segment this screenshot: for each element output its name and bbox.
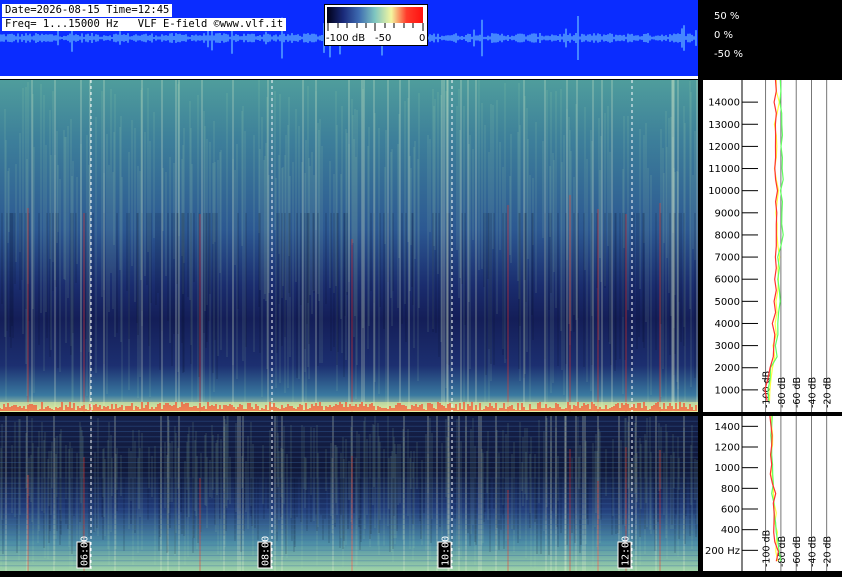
upper-y-tick-label: 10000 [708, 186, 740, 197]
upper-spectrum-db-label: -20 dB [823, 377, 834, 408]
lower-spectrum-db-label: -20 dB [823, 536, 834, 567]
colorbar-legend: -100 dB -50 0 [324, 4, 428, 46]
lower-spectrum-db-label: -60 dB [792, 536, 803, 567]
time-label: 12:00 [617, 536, 632, 569]
upper-y-tick-label: 8000 [715, 230, 740, 241]
upper-y-tick-label: 7000 [715, 253, 740, 264]
upper-y-tick-label: 9000 [715, 208, 740, 219]
upper-y-tick-label: 3000 [715, 341, 740, 352]
upper-spectrum-db-label: -80 dB [777, 377, 788, 408]
colorbar-label-max: 0 [419, 33, 426, 44]
upper-y-tick-label: 2000 [715, 363, 740, 374]
waveform-label-0: 0 % [714, 30, 734, 41]
waveform-label-50: 50 % [714, 11, 740, 22]
frequency-label: Freq= 1...15000 Hz VLF E-field ©www.vlf.… [2, 18, 287, 31]
time-label-text: 06:00 [80, 536, 91, 566]
upper-y-tick-label: 11000 [708, 164, 740, 175]
time-label-text: 12:00 [621, 536, 632, 566]
lower-y-tick-label: 200 Hz [705, 546, 740, 557]
lower-spectrum-db-label: -100 dB [762, 530, 773, 567]
upper-y-tick-label: 12000 [708, 142, 740, 153]
time-label: 08:00 [257, 536, 272, 569]
upper-y-tick-label: 14000 [708, 98, 740, 109]
upper-low-band [0, 402, 698, 412]
time-label-text: 10:00 [441, 536, 452, 566]
time-label: 10:00 [437, 536, 452, 569]
upper-spectrum-db-label: -60 dB [792, 377, 803, 408]
lower-y-tick-label: 600 [721, 505, 740, 516]
colorbar-gradient [327, 7, 423, 23]
lower-y-tick-label: 1000 [715, 463, 740, 474]
upper-spectrum-db-label: -40 dB [807, 377, 818, 408]
upper-y-tick-label: 4000 [715, 319, 740, 330]
panel-separator [0, 412, 842, 416]
date-time-label: Date=2026-08-15 Time=12:45 [2, 4, 173, 17]
lower-y-tick-label: 1200 [715, 443, 740, 454]
lower-spectrum-db-label: -40 dB [807, 536, 818, 567]
upper-y-tick-label: 1000 [715, 385, 740, 396]
lower-y-tick-label: 400 [721, 525, 740, 536]
lower-y-tick-label: 800 [721, 484, 740, 495]
colorbar-label-min: -100 dB [326, 33, 366, 44]
upper-y-tick-label: 6000 [715, 275, 740, 286]
time-label-text: 08:00 [261, 536, 272, 566]
colorbar-label-mid: -50 [375, 33, 392, 44]
upper-y-tick-label: 13000 [708, 120, 740, 131]
waveform-label-neg50: -50 % [714, 49, 744, 60]
time-label: 06:00 [76, 536, 91, 569]
upper-y-tick-label: 5000 [715, 297, 740, 308]
waveform-separator [0, 76, 698, 79]
lower-y-tick-label: 1400 [715, 422, 740, 433]
spectrogram-chart: 1000200030004000500060007000800090001000… [0, 0, 842, 571]
vlf-spectrogram-screen: 1000 2000 3000 4000 5000 6000 7000 8000 9000 1000… [0, 0, 842, 573]
